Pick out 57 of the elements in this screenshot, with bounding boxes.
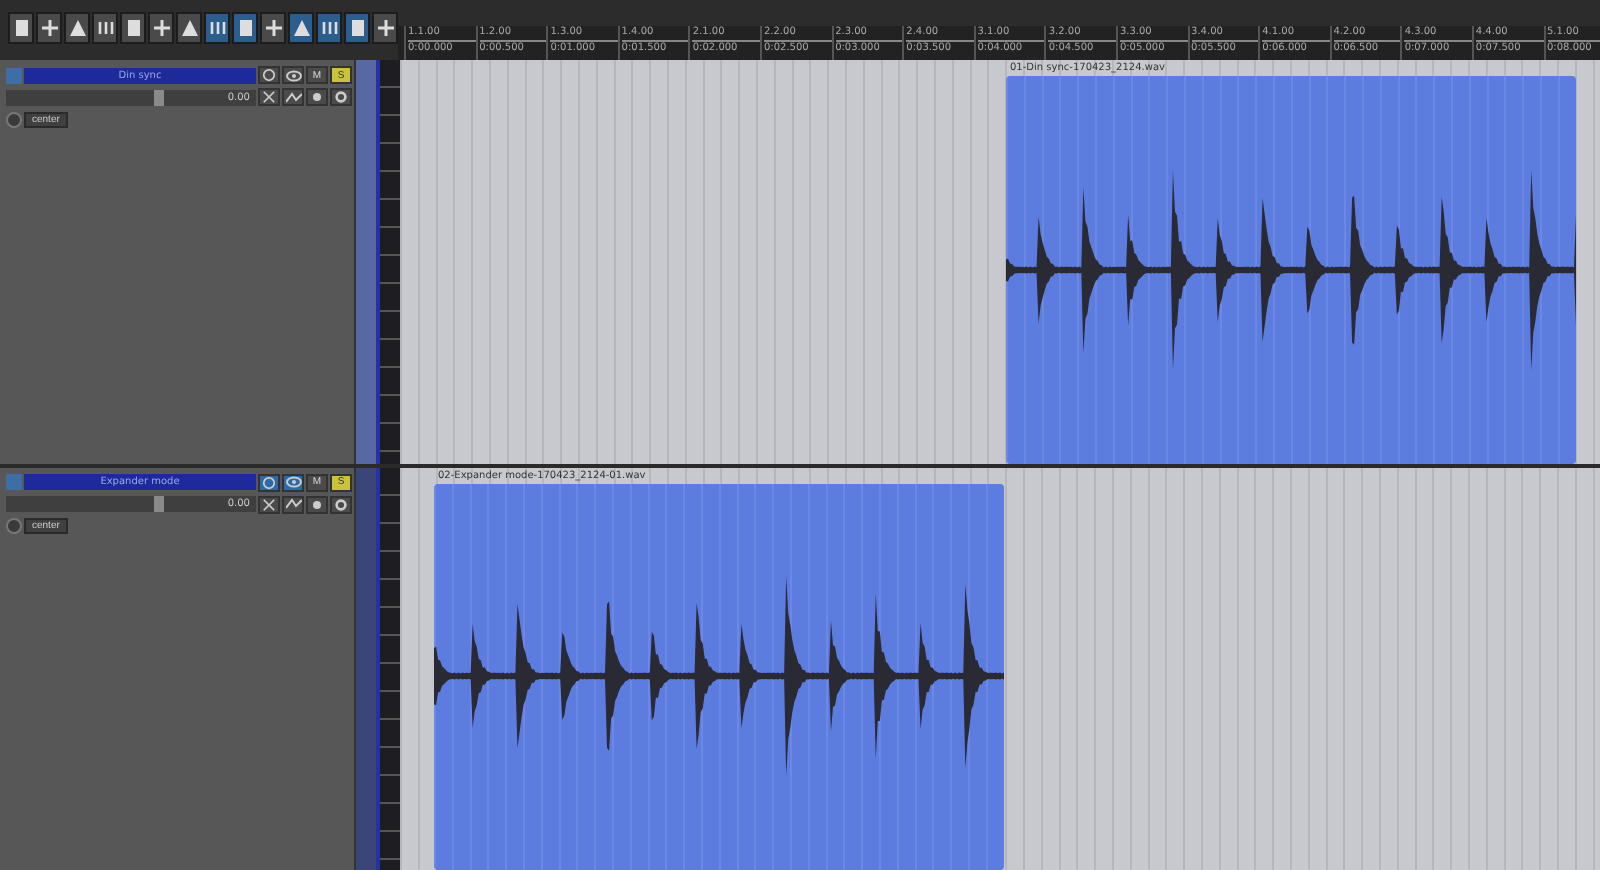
- circle-icon: [262, 68, 276, 82]
- dot-button[interactable]: [306, 88, 328, 106]
- curve-icon: [285, 498, 301, 510]
- toolbar-button[interactable]: [232, 12, 258, 44]
- eye-icon: [285, 69, 301, 81]
- circle-icon: [262, 475, 276, 489]
- tool-icon: [291, 18, 311, 38]
- pan-knob[interactable]: [6, 111, 22, 127]
- toolbar-button[interactable]: [316, 12, 342, 44]
- tool-icon: [179, 18, 199, 38]
- automation-button[interactable]: [282, 495, 304, 513]
- tool-icon: [151, 18, 171, 38]
- monitor-button[interactable]: [258, 473, 280, 491]
- toolbar-button[interactable]: [344, 12, 370, 44]
- cross-icon: [262, 90, 276, 104]
- tool-icon: [39, 18, 59, 38]
- toolbar-button[interactable]: [148, 12, 174, 44]
- toolbar-button[interactable]: [120, 12, 146, 44]
- toolbar-button[interactable]: [64, 12, 90, 44]
- toolbar-button[interactable]: [288, 12, 314, 44]
- record-button[interactable]: [282, 473, 304, 491]
- curve-icon: [285, 91, 301, 103]
- tool-icon: [347, 18, 367, 38]
- tool-icon: [11, 18, 31, 38]
- settings-button[interactable]: [330, 495, 352, 513]
- tool-icon: [235, 18, 255, 38]
- tool-icon: [67, 18, 87, 38]
- timeline-ruler[interactable]: [398, 26, 1600, 60]
- settings-icon: [334, 90, 348, 104]
- slider-thumb[interactable]: [154, 496, 165, 512]
- fx-button[interactable]: [258, 88, 280, 106]
- tool-icon: [207, 18, 227, 38]
- tool-icon: [123, 18, 143, 38]
- record-button[interactable]: [282, 66, 304, 84]
- settings-icon: [334, 497, 348, 511]
- toolbar-button[interactable]: [260, 12, 286, 44]
- tool-icon: [319, 18, 339, 38]
- fx-button[interactable]: [258, 495, 280, 513]
- toolbar-button[interactable]: [92, 12, 118, 44]
- tool-icon: [375, 18, 395, 38]
- toolbar-button[interactable]: [8, 12, 34, 44]
- settings-button[interactable]: [330, 88, 352, 106]
- toolbar-button[interactable]: [36, 12, 62, 44]
- tool-icon: [95, 18, 115, 38]
- dot-icon: [312, 92, 322, 102]
- toolbar-button[interactable]: [372, 12, 398, 44]
- slider-thumb[interactable]: [154, 89, 165, 105]
- monitor-button[interactable]: [258, 66, 280, 84]
- cross-icon: [262, 497, 276, 511]
- tool-icon: [263, 18, 283, 38]
- dot-button[interactable]: [306, 495, 328, 513]
- toolbar-button[interactable]: [176, 12, 202, 44]
- toolbar-button[interactable]: [204, 12, 230, 44]
- pan-knob[interactable]: [6, 518, 22, 534]
- automation-button[interactable]: [282, 88, 304, 106]
- eye-icon: [285, 476, 301, 488]
- dot-icon: [312, 499, 322, 509]
